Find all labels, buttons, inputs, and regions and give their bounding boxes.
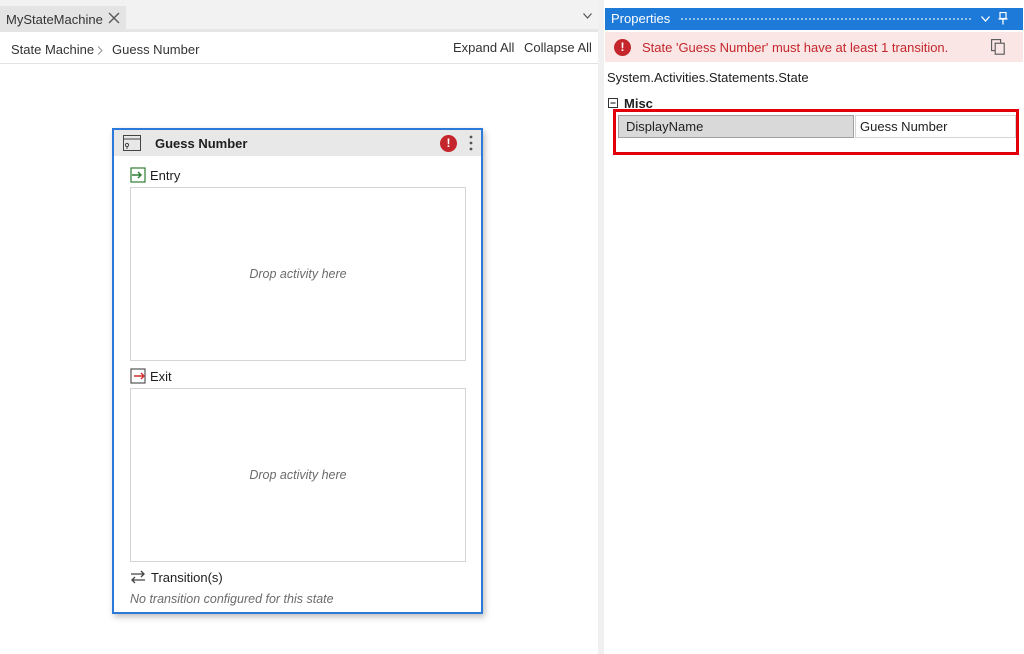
- state-icon: [123, 135, 141, 151]
- exit-drop-text: Drop activity here: [249, 468, 347, 482]
- exit-drop-zone[interactable]: Drop activity here: [130, 388, 466, 562]
- selected-object-type: System.Activities.Statements.State: [607, 70, 809, 85]
- property-value-input[interactable]: Guess Number: [855, 115, 1016, 138]
- property-name-cell[interactable]: DisplayName: [618, 115, 854, 138]
- entry-arrow-icon: [130, 167, 146, 183]
- entry-section-label: Entry: [150, 168, 181, 183]
- property-row-displayname[interactable]: DisplayName Guess Number: [618, 115, 1016, 139]
- no-transition-text: No transition configured for this state: [130, 592, 334, 606]
- document-tab[interactable]: MyStateMachine: [0, 6, 126, 32]
- breadcrumb: State Machine Guess Number Expand All Co…: [0, 35, 598, 64]
- state-title[interactable]: Guess Number: [155, 136, 247, 151]
- collapse-icon[interactable]: [608, 98, 618, 108]
- collapse-all-button[interactable]: Collapse All: [524, 40, 592, 55]
- entry-drop-text: Drop activity here: [249, 267, 347, 281]
- error-icon[interactable]: !: [440, 135, 457, 152]
- transition-arrows-icon: [131, 570, 145, 584]
- validation-error-banner: ! State 'Guess Number' must have at leas…: [605, 32, 1023, 62]
- properties-titlebar[interactable]: Properties: [605, 8, 1023, 30]
- document-tabstrip: MyStateMachine: [0, 0, 598, 32]
- error-icon: !: [614, 39, 631, 56]
- workflow-designer: MyStateMachine State Machine Guess Numbe…: [0, 0, 598, 654]
- chevron-down-icon[interactable]: [583, 13, 592, 19]
- state-header[interactable]: Guess Number !: [114, 130, 481, 156]
- property-category-misc[interactable]: Misc: [624, 96, 653, 111]
- properties-title: Properties: [611, 11, 671, 26]
- close-icon[interactable]: [108, 12, 120, 24]
- state-activity-card[interactable]: Guess Number ! Entry Drop activity here …: [112, 128, 483, 614]
- titlebar-grip: [680, 17, 973, 21]
- document-tab-label: MyStateMachine: [6, 11, 103, 27]
- exit-section-label: Exit: [150, 369, 172, 384]
- chevron-right-icon: [97, 46, 103, 55]
- chevron-down-icon[interactable]: [981, 16, 990, 22]
- pin-icon[interactable]: [998, 12, 1008, 25]
- entry-drop-zone[interactable]: Drop activity here: [130, 187, 466, 361]
- exit-arrow-icon: [130, 368, 146, 384]
- expand-all-button[interactable]: Expand All: [453, 40, 514, 55]
- more-options-icon[interactable]: [468, 134, 474, 152]
- breadcrumb-item-state-machine[interactable]: State Machine: [11, 42, 94, 57]
- validation-error-message: State 'Guess Number' must have at least …: [642, 40, 949, 55]
- transitions-section-label: Transition(s): [151, 570, 223, 585]
- breadcrumb-item-guess-number[interactable]: Guess Number: [112, 42, 199, 57]
- properties-panel: Properties ! State 'Guess Number' must h…: [604, 0, 1024, 654]
- copy-icon[interactable]: [991, 39, 1005, 55]
